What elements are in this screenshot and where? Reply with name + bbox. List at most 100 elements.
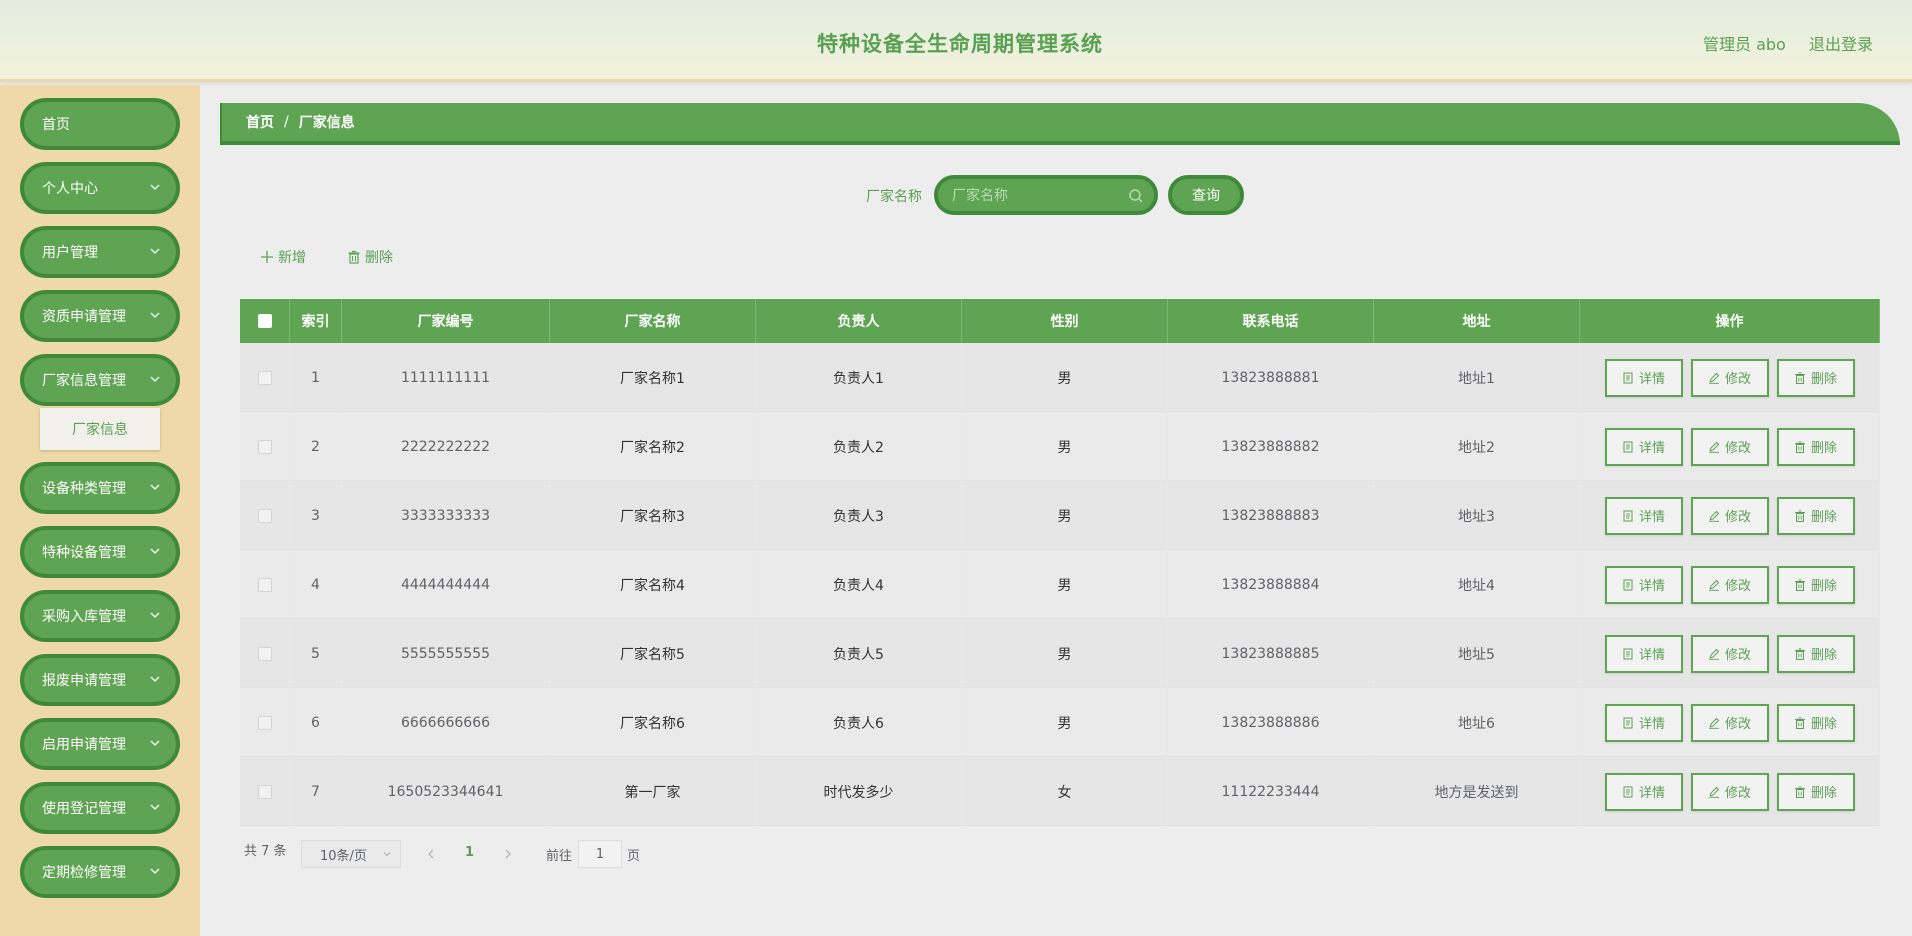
trash-icon <box>348 250 360 264</box>
row-select-cell <box>240 688 290 757</box>
cell-gender: 男 <box>962 550 1168 619</box>
row-checkbox[interactable] <box>257 577 272 592</box>
edit-icon <box>1708 786 1720 798</box>
sidebar-item-activation-application-management[interactable]: 启用申请管理 <box>20 718 180 770</box>
prev-page-icon[interactable] <box>425 848 437 860</box>
cell-index: 4 <box>290 550 342 619</box>
sidebar-item-personal-center[interactable]: 个人中心 <box>20 162 180 214</box>
row-select-cell <box>240 757 290 826</box>
cell-index: 2 <box>290 412 342 481</box>
row-checkbox[interactable] <box>257 646 272 661</box>
edit-button[interactable]: 修改 <box>1690 703 1769 742</box>
page-size-select[interactable]: 10条/页 <box>301 840 401 868</box>
detail-button[interactable]: 详情 <box>1604 772 1683 811</box>
delete-button[interactable]: 删除 <box>1776 772 1855 811</box>
chevron-down-icon <box>150 248 160 254</box>
cell-person-in-charge: 负责人5 <box>756 619 962 688</box>
table-header: 索引 厂家编号 厂家名称 负责人 性别 联系电话 地址 操作 <box>240 299 1880 343</box>
cell-address: 地址2 <box>1374 412 1580 481</box>
sidebar-item-purchase-storage-management[interactable]: 采购入库管理 <box>20 590 180 642</box>
breadcrumb-home[interactable]: 首页 <box>246 112 274 132</box>
row-checkbox[interactable] <box>257 370 272 385</box>
document-icon <box>1623 579 1633 590</box>
batch-delete-button[interactable]: 删除 <box>347 247 393 267</box>
cell-gender: 女 <box>962 757 1168 826</box>
sidebar-item-user-management[interactable]: 用户管理 <box>20 226 180 278</box>
delete-button[interactable]: 删除 <box>1776 358 1855 397</box>
cell-factory-name: 厂家名称5 <box>550 619 756 688</box>
row-checkbox[interactable] <box>257 508 272 523</box>
edit-button[interactable]: 修改 <box>1690 634 1769 673</box>
goto-page-input[interactable]: 1 <box>578 840 622 868</box>
delete-button[interactable]: 删除 <box>1776 427 1855 466</box>
cell-address: 地址6 <box>1374 688 1580 757</box>
sidebar-item-usage-registration-management[interactable]: 使用登记管理 <box>20 782 180 834</box>
cell-factory-code: 3333333333 <box>342 481 550 550</box>
breadcrumb-current: 厂家信息 <box>298 115 355 131</box>
edit-icon <box>1708 372 1720 384</box>
sidebar-item-equipment-type-management[interactable]: 设备种类管理 <box>20 462 180 514</box>
row-checkbox[interactable] <box>257 439 272 454</box>
sidebar-item-label: 首页 <box>42 117 70 133</box>
submenu-item-factory-info[interactable]: 厂家信息 <box>40 408 160 450</box>
sidebar-item-periodic-maintenance-management[interactable]: 定期检修管理 <box>20 846 180 898</box>
cell-factory-name: 厂家名称6 <box>550 688 756 757</box>
cell-actions: 详情 修改 删除 <box>1580 619 1880 688</box>
detail-button[interactable]: 详情 <box>1604 496 1683 535</box>
cell-factory-code: 2222222222 <box>342 412 550 481</box>
cell-address: 地方是发送到 <box>1374 757 1580 826</box>
delete-button[interactable]: 删除 <box>1776 565 1855 604</box>
row-checkbox[interactable] <box>257 784 272 799</box>
sidebar-item-scrap-application-management[interactable]: 报废申请管理 <box>20 654 180 706</box>
search-field[interactable] <box>934 175 1158 215</box>
sidebar-item-factory-info-management[interactable]: 厂家信息管理 <box>20 354 180 406</box>
search-input[interactable] <box>952 187 1122 205</box>
row-checkbox[interactable] <box>257 715 272 730</box>
delete-button-label: 删除 <box>1810 372 1837 387</box>
edit-button[interactable]: 修改 <box>1690 496 1769 535</box>
delete-button[interactable]: 删除 <box>1776 496 1855 535</box>
detail-button[interactable]: 详情 <box>1604 358 1683 397</box>
sidebar-item-label: 用户管理 <box>42 245 98 261</box>
cell-person-in-charge: 负责人1 <box>756 343 962 412</box>
add-button[interactable]: 新增 <box>260 247 306 267</box>
detail-button[interactable]: 详情 <box>1604 634 1683 673</box>
cell-index: 7 <box>290 757 342 826</box>
logout-link[interactable]: 退出登录 <box>1809 31 1873 55</box>
chevron-down-icon <box>383 852 391 857</box>
delete-button-label: 删除 <box>1810 510 1837 525</box>
edit-button-label: 修改 <box>1724 441 1751 456</box>
goto-prefix: 前往 <box>546 849 573 864</box>
delete-button-label: 删除 <box>1810 717 1837 732</box>
edit-button[interactable]: 修改 <box>1690 565 1769 604</box>
delete-button[interactable]: 删除 <box>1776 634 1855 673</box>
row-select-cell <box>240 550 290 619</box>
edit-button[interactable]: 修改 <box>1690 427 1769 466</box>
delete-button-label: 删除 <box>1810 786 1837 801</box>
chevron-down-icon <box>150 376 160 382</box>
detail-button[interactable]: 详情 <box>1604 565 1683 604</box>
detail-button-label: 详情 <box>1638 579 1665 594</box>
edit-icon <box>1708 579 1720 591</box>
cell-actions: 详情 修改 删除 <box>1580 343 1880 412</box>
detail-button-label: 详情 <box>1638 441 1665 456</box>
detail-button-label: 详情 <box>1638 648 1665 663</box>
table-row: 6 6666666666 厂家名称6 负责人6 男 13823888886 地址6 详情 修改删… <box>240 688 1880 757</box>
cell-phone: 11122233444 <box>1168 757 1374 826</box>
delete-button[interactable]: 删除 <box>1776 703 1855 742</box>
sidebar-item-qualification-application[interactable]: 资质申请管理 <box>20 290 180 342</box>
edit-button[interactable]: 修改 <box>1690 358 1769 397</box>
edit-button[interactable]: 修改 <box>1690 772 1769 811</box>
cell-phone: 13823888885 <box>1168 619 1374 688</box>
select-all-checkbox[interactable] <box>257 314 272 328</box>
detail-button[interactable]: 详情 <box>1604 703 1683 742</box>
row-select-cell <box>240 412 290 481</box>
next-page-icon[interactable] <box>502 848 514 860</box>
sidebar-item-special-equipment-management[interactable]: 特种设备管理 <box>20 526 180 578</box>
edit-button-label: 修改 <box>1724 648 1751 663</box>
sidebar-item-home[interactable]: 首页 <box>20 98 180 150</box>
current-page-number[interactable]: 1 <box>465 845 474 860</box>
column-header-person-in-charge: 负责人 <box>756 299 962 343</box>
detail-button[interactable]: 详情 <box>1604 427 1683 466</box>
search-button[interactable]: 查询 <box>1168 175 1244 215</box>
